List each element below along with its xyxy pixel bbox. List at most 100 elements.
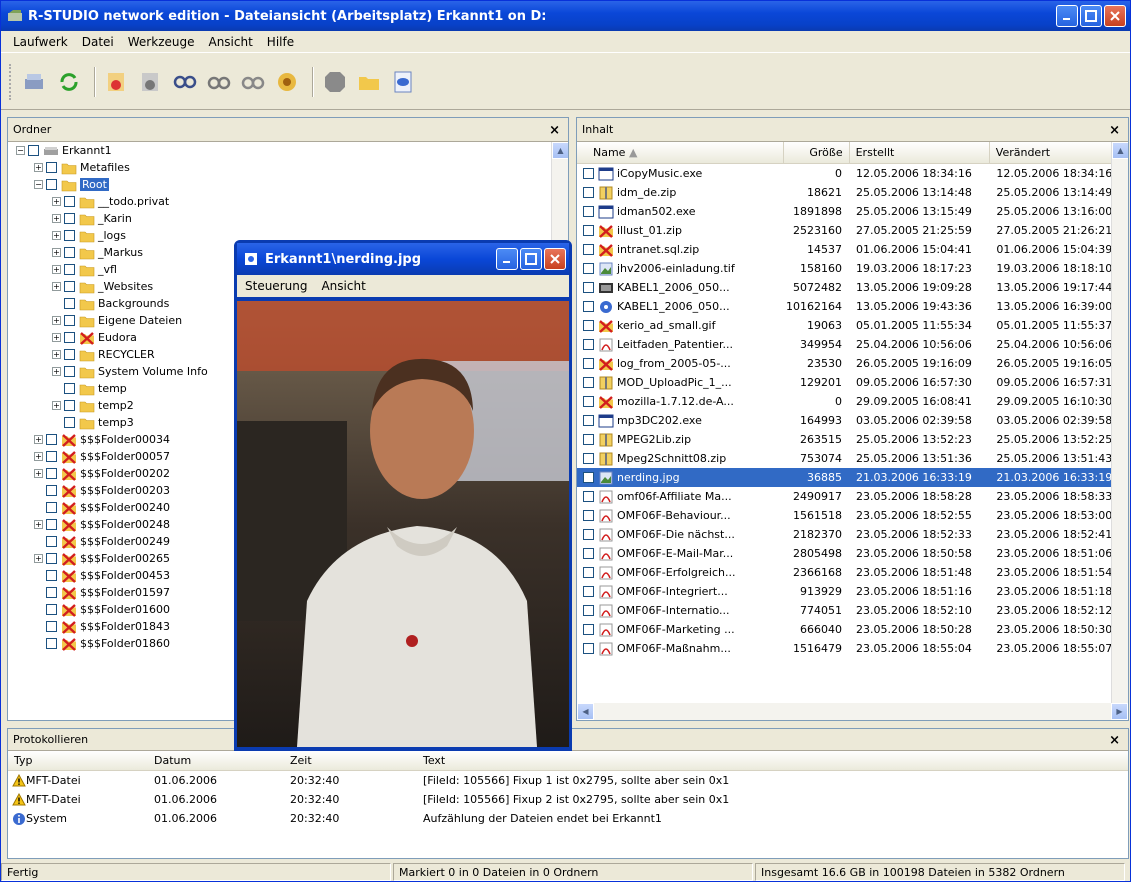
collapse-icon[interactable]: − <box>34 180 43 189</box>
menu-werkzeuge[interactable]: Werkzeuge <box>128 35 195 49</box>
log-column-date[interactable]: Datum <box>148 754 284 767</box>
scan-icon[interactable] <box>204 67 234 97</box>
collapse-icon[interactable]: + <box>34 163 43 172</box>
file-row[interactable]: idman502.exe 1891898 25.05.2006 13:15:49 25… <box>577 202 1111 221</box>
file-row[interactable]: OMF06F-Integriert... 913929 23.05.2006 18:… <box>577 582 1111 601</box>
expand-icon[interactable]: + <box>52 265 61 274</box>
checkbox[interactable] <box>46 162 57 173</box>
expand-icon[interactable]: + <box>52 214 61 223</box>
file-row[interactable]: Leitfaden_Patentier... 349954 25.04.2006 1… <box>577 335 1111 354</box>
log-pane-close-icon[interactable]: × <box>1109 733 1120 748</box>
tree-item[interactable]: + __todo.privat <box>8 193 551 210</box>
column-modified[interactable]: Verändert <box>990 142 1128 163</box>
column-size[interactable]: Größe <box>784 142 850 163</box>
preview-menu-steuerung[interactable]: Steuerung <box>245 279 307 293</box>
create-image-icon[interactable] <box>136 67 166 97</box>
checkbox[interactable] <box>583 491 594 502</box>
checkbox[interactable] <box>46 587 57 598</box>
checkbox[interactable] <box>583 168 594 179</box>
column-name[interactable]: Name ▲ <box>577 142 785 163</box>
file-row[interactable]: mp3DC202.exe 164993 03.05.2006 02:39:58 03.… <box>577 411 1111 430</box>
tree-item[interactable]: + Metafiles <box>8 159 551 176</box>
preview-window[interactable]: Erkannt1\nerding.jpg Steuerung Ansicht <box>234 240 572 751</box>
file-list-hscrollbar[interactable]: ◀ ▶ <box>577 703 1128 720</box>
log-row[interactable]: MFT-Datei 01.06.2006 20:32:40 [FileId: 1055… <box>8 790 1128 809</box>
preview-close-button[interactable] <box>544 248 566 270</box>
refresh-icon[interactable] <box>54 67 84 97</box>
checkbox[interactable] <box>583 605 594 616</box>
file-row[interactable]: log_from_2005-05-... 23530 26.05.2005 19:1… <box>577 354 1111 373</box>
checkbox[interactable] <box>46 621 57 632</box>
checkbox[interactable] <box>583 339 594 350</box>
find-icon[interactable] <box>170 67 200 97</box>
checkbox[interactable] <box>46 604 57 615</box>
checkbox[interactable] <box>583 643 594 654</box>
file-row[interactable]: OMF06F-Die nächst... 2182370 23.05.2006 18… <box>577 525 1111 544</box>
checkbox[interactable] <box>46 468 57 479</box>
open-drive-image-icon[interactable] <box>102 67 132 97</box>
file-row[interactable]: OMF06F-Erfolgreich... 2366168 23.05.2006 1… <box>577 563 1111 582</box>
checkbox[interactable] <box>46 570 57 581</box>
checkbox[interactable] <box>64 298 75 309</box>
file-row[interactable]: MPEG2Lib.zip 263515 25.05.2006 13:52:23 25.… <box>577 430 1111 449</box>
folder-pane-close-icon[interactable]: × <box>549 123 560 138</box>
file-row[interactable]: KABEL1_2006_050... 10162164 13.05.2006 19:… <box>577 297 1111 316</box>
checkbox[interactable] <box>583 453 594 464</box>
expand-icon[interactable]: + <box>52 401 61 410</box>
file-row[interactable]: iCopyMusic.exe 0 12.05.2006 18:34:16 12.05.… <box>577 164 1111 183</box>
preview-maximize-button[interactable] <box>520 248 542 270</box>
expand-icon[interactable]: + <box>34 554 43 563</box>
file-list-vscrollbar[interactable]: ▲ <box>1111 142 1128 703</box>
expand-icon[interactable]: + <box>34 469 43 478</box>
file-row[interactable]: Mpeg2Schnitt08.zip 753074 25.05.2006 13:51… <box>577 449 1111 468</box>
open-folder-icon[interactable] <box>354 67 384 97</box>
checkbox[interactable] <box>583 320 594 331</box>
expand-icon[interactable]: + <box>52 231 61 240</box>
file-row[interactable]: omf06f-Affiliate Ma... 2490917 23.05.2006 … <box>577 487 1111 506</box>
expand-icon[interactable]: + <box>52 316 61 325</box>
checkbox[interactable] <box>46 434 57 445</box>
checkbox[interactable] <box>64 332 75 343</box>
scroll-left-icon[interactable]: ◀ <box>577 703 594 720</box>
menu-datei[interactable]: Datei <box>82 35 114 49</box>
tree-item[interactable]: − Root <box>8 176 551 193</box>
checkbox[interactable] <box>64 196 75 207</box>
checkbox[interactable] <box>64 315 75 326</box>
expand-icon[interactable]: + <box>34 452 43 461</box>
preview-title-bar[interactable]: Erkannt1\nerding.jpg <box>237 243 569 275</box>
checkbox[interactable] <box>583 548 594 559</box>
checkbox[interactable] <box>64 417 75 428</box>
checkbox[interactable] <box>583 415 594 426</box>
checkbox[interactable] <box>64 349 75 360</box>
expand-icon[interactable]: + <box>52 248 61 257</box>
scan-region-icon[interactable] <box>238 67 268 97</box>
expand-icon[interactable]: + <box>52 333 61 342</box>
file-row[interactable]: OMF06F-Marketing ... 666040 23.05.2006 18:… <box>577 620 1111 639</box>
file-row[interactable]: KABEL1_2006_050... 5072482 13.05.2006 19:0… <box>577 278 1111 297</box>
file-row[interactable]: intranet.sql.zip 14537 01.06.2006 15:04:41… <box>577 240 1111 259</box>
scroll-up-icon[interactable]: ▲ <box>552 142 568 159</box>
menu-ansicht[interactable]: Ansicht <box>208 35 252 49</box>
recover-icon[interactable] <box>272 67 302 97</box>
content-pane-close-icon[interactable]: × <box>1109 123 1120 138</box>
file-row[interactable]: OMF06F-E-Mail-Mar... 2805498 23.05.2006 18… <box>577 544 1111 563</box>
checkbox[interactable] <box>28 145 39 156</box>
file-row[interactable]: OMF06F-Internatio... 774051 23.05.2006 18:… <box>577 601 1111 620</box>
tree-item[interactable]: − Erkannt1 <box>8 142 551 159</box>
expand-icon[interactable]: + <box>52 282 61 291</box>
checkbox[interactable] <box>64 213 75 224</box>
checkbox[interactable] <box>583 472 594 483</box>
checkbox[interactable] <box>46 638 57 649</box>
expand-icon[interactable]: + <box>52 350 61 359</box>
checkbox[interactable] <box>46 451 57 462</box>
file-row[interactable]: nerding.jpg 36885 21.03.2006 16:33:19 21.03… <box>577 468 1111 487</box>
checkbox[interactable] <box>583 358 594 369</box>
file-row[interactable]: OMF06F-Behaviour... 1561518 23.05.2006 18:… <box>577 506 1111 525</box>
checkbox[interactable] <box>583 567 594 578</box>
checkbox[interactable] <box>64 383 75 394</box>
checkbox[interactable] <box>583 434 594 445</box>
title-bar[interactable]: R-STUDIO network edition - Dateiansicht … <box>1 1 1130 31</box>
expand-icon[interactable]: + <box>34 520 43 529</box>
checkbox[interactable] <box>583 396 594 407</box>
checkbox[interactable] <box>583 282 594 293</box>
